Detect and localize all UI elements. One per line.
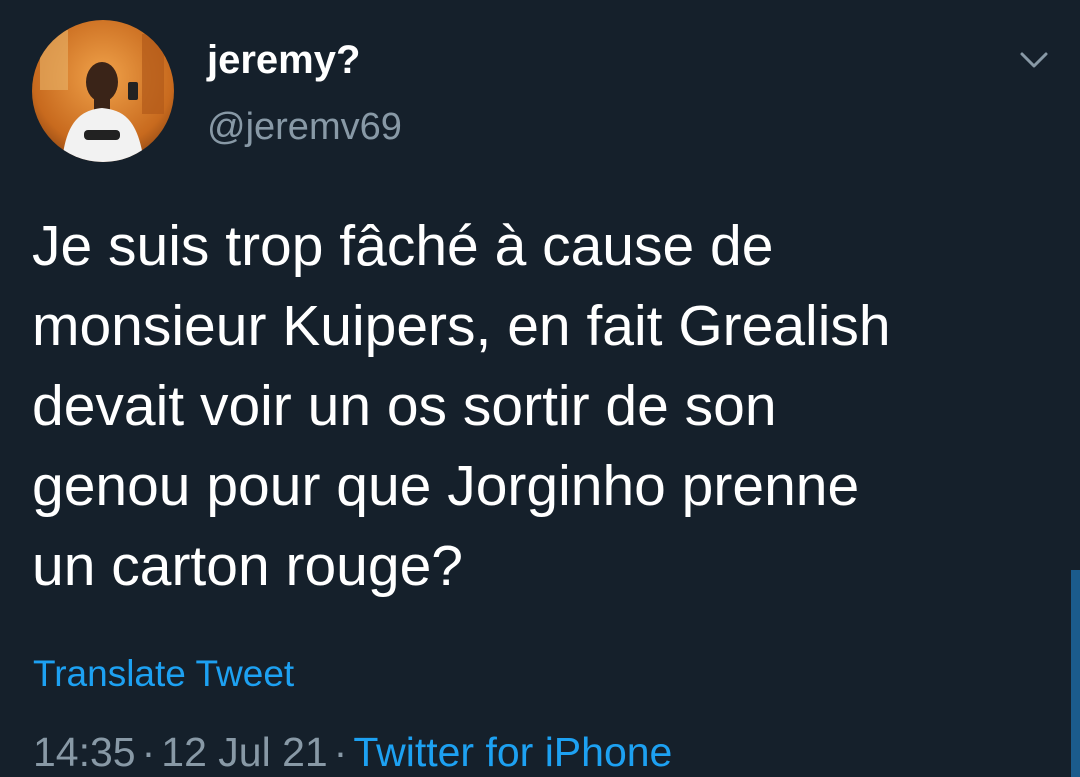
translate-tweet-link[interactable]: Translate Tweet: [33, 650, 294, 698]
chevron-down-icon[interactable]: [1014, 44, 1054, 76]
author-display-name[interactable]: jeremy?: [207, 36, 360, 84]
separator: ·: [141, 729, 156, 775]
author-handle[interactable]: @jeremv69: [207, 104, 402, 150]
tweet-date[interactable]: 12 Jul 21: [161, 729, 327, 775]
scrollbar[interactable]: [1071, 570, 1080, 777]
avatar[interactable]: [32, 20, 174, 162]
tweet-time[interactable]: 14:35: [33, 729, 136, 775]
tweet-source-link[interactable]: Twitter for iPhone: [353, 729, 672, 775]
tweet-text-line: monsieur Kuipers, en fait Grealish: [32, 294, 891, 358]
tweet-metadata: 14:35 · 12 Jul 21 · Twitter for iPhone: [33, 726, 672, 777]
tweet-text-line: genou pour que Jorginho prenne: [32, 454, 860, 518]
profile-photo: [32, 20, 174, 162]
tweet-text: Je suis trop fâché à cause de monsieur K…: [32, 206, 1042, 606]
tweet-text-line: Je suis trop fâché à cause de: [32, 214, 774, 278]
separator: ·: [333, 729, 348, 775]
tweet-text-line: devait voir un os sortir de son: [32, 374, 777, 438]
tweet-text-line: un carton rouge?: [32, 534, 463, 598]
